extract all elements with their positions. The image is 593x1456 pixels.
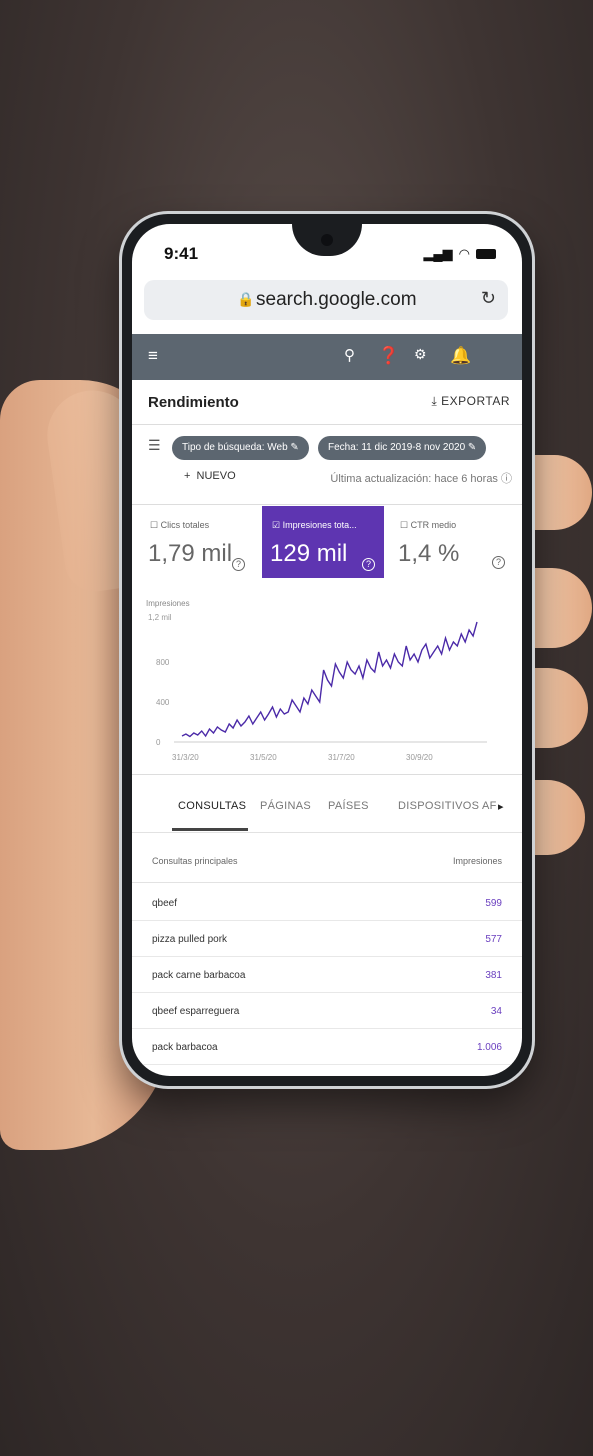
tab-paises[interactable]: PAÍSES xyxy=(328,800,369,812)
table-row[interactable]: qbeef 599 xyxy=(132,884,522,921)
page-title: Rendimiento xyxy=(148,394,239,411)
metrics-row: ☐ Clics totales 1,79 mil ? ☑ Impresiones… xyxy=(132,506,522,584)
new-filter-button[interactable]: + NUEVO xyxy=(184,470,236,482)
impressions-chart: Impresiones 0 400 800 1,2 mil 31/3/20 31/5/20 3… xyxy=(132,592,522,775)
table-row[interactable]: pizza pulled pork 577 xyxy=(132,920,522,957)
help-circle-icon[interactable]: ? xyxy=(362,558,375,571)
app-toolbar: ≡ ⚲ ❓ ⚙ 🔔 xyxy=(132,334,522,380)
reload-icon[interactable]: ↻ xyxy=(481,288,496,309)
search-type-chip[interactable]: Tipo de búsqueda: Web ✎ xyxy=(172,436,309,460)
row-impressions: 1.006 xyxy=(476,1042,502,1053)
filter-bar: ☰ Tipo de búsqueda: Web ✎ Fecha: 11 dic … xyxy=(132,424,522,505)
last-update-text: Última actualización: hace 6 horas xyxy=(330,473,498,485)
dimension-tabs: CONSULTAS PÁGINAS PAÍSES DISPOSITIVOS AF… xyxy=(132,776,522,833)
metric-label-text: Clics totales xyxy=(160,520,210,530)
search-type-label: Tipo de búsqueda: Web xyxy=(182,442,288,453)
status-time: 9:41 xyxy=(164,244,199,263)
metric-label-text: Impresiones tota... xyxy=(282,520,357,530)
new-filter-label: NUEVO xyxy=(196,470,236,482)
active-tab-indicator xyxy=(172,828,248,831)
metric-label: ☑ Impresiones tota... xyxy=(272,520,357,530)
metric-ctr[interactable]: ☐ CTR medio 1,4 % ? xyxy=(390,506,514,578)
chart-svg: Impresiones 0 400 800 1,2 mil 31/3/20 31/5/20 3… xyxy=(146,599,487,762)
y-axis-label: Impresiones xyxy=(146,599,190,608)
x-tick-label: 31/7/20 xyxy=(328,753,355,762)
user-settings-icon[interactable]: ⚙ xyxy=(414,346,427,363)
tabs-scroll-right-icon[interactable]: ▸ xyxy=(498,800,504,813)
status-bar: 9:41 ▂▄▆ ◠ xyxy=(132,242,522,268)
lock-icon: 🔒 xyxy=(237,291,255,307)
row-query: qbeef xyxy=(152,898,178,909)
metric-value: 129 mil xyxy=(270,540,348,567)
x-tick-label: 30/9/20 xyxy=(406,753,433,762)
x-tick-label: 31/5/20 xyxy=(250,753,277,762)
address-bar[interactable]: 🔒 search.google.com ↻ xyxy=(144,280,508,320)
date-label: Fecha: 11 dic 2019-8 nov 2020 xyxy=(328,442,466,453)
battery-icon xyxy=(476,249,496,259)
metric-label: ☐ Clics totales xyxy=(150,520,210,530)
metric-value: 1,79 mil xyxy=(148,540,233,567)
row-impressions: 599 xyxy=(485,898,502,909)
search-icon[interactable]: ⚲ xyxy=(344,346,355,364)
table-row[interactable]: pack barbacoa 1.006 xyxy=(132,1028,522,1065)
table-row[interactable]: pack carne barbacoa 381 xyxy=(132,956,522,993)
row-query: qbeef esparreguera xyxy=(152,1006,240,1017)
help-circle-icon[interactable]: ? xyxy=(232,558,245,571)
x-tick-label: 31/3/20 xyxy=(172,753,199,762)
export-button[interactable]: ⤓ EXPORTAR xyxy=(431,394,510,409)
tab-paginas[interactable]: PÁGINAS xyxy=(260,800,311,812)
row-impressions: 381 xyxy=(485,970,502,981)
col-header-impressions: Impresiones xyxy=(452,856,502,866)
page-header: Rendimiento ⤓ EXPORTAR xyxy=(132,380,522,425)
wifi-icon: ◠ xyxy=(458,246,470,261)
metric-label: ☐ CTR medio xyxy=(400,520,457,530)
help-icon[interactable]: ❓ xyxy=(378,346,399,366)
metric-impressions[interactable]: ☑ Impresiones tota... 129 mil ? xyxy=(262,506,384,578)
col-header-query: Consultas principales xyxy=(152,856,238,866)
bell-icon[interactable]: 🔔 xyxy=(450,346,471,366)
row-query: pack carne barbacoa xyxy=(152,970,246,981)
date-chip[interactable]: Fecha: 11 dic 2019-8 nov 2020 ✎ xyxy=(318,436,487,460)
y-tick-label: 0 xyxy=(156,738,161,747)
last-update: Última actualización: hace 6 horas ⓘ xyxy=(330,473,512,485)
row-impressions: 577 xyxy=(485,934,502,945)
filter-icon[interactable]: ☰ xyxy=(148,437,161,454)
y-tick-label: 1,2 mil xyxy=(148,613,172,622)
row-impressions: 34 xyxy=(490,1006,502,1017)
metric-clicks[interactable]: ☐ Clics totales 1,79 mil ? xyxy=(140,506,258,578)
table-header: Consultas principales Impresiones xyxy=(132,834,522,883)
phone-screen: 9:41 ▂▄▆ ◠ 🔒 search.google.com ↻ ≡ ⚲ ❓ ⚙… xyxy=(132,224,522,1076)
help-circle-icon[interactable]: ? xyxy=(492,556,505,569)
y-tick-label: 800 xyxy=(156,658,170,667)
menu-icon[interactable]: ≡ xyxy=(148,346,158,366)
metric-label-text: CTR medio xyxy=(410,520,457,530)
metric-value: 1,4 % xyxy=(398,540,460,567)
y-tick-label: 400 xyxy=(156,698,170,707)
row-query: pizza pulled pork xyxy=(152,934,228,945)
row-query: pack barbacoa xyxy=(152,1042,218,1053)
export-label: EXPORTAR xyxy=(441,394,510,408)
signal-icon: ▂▄▆ xyxy=(423,246,453,261)
url-text: search.google.com xyxy=(256,289,417,310)
impressions-series-line xyxy=(181,621,478,738)
tab-dispositivos[interactable]: DISPOSITIVOS AF xyxy=(398,800,497,812)
table-row[interactable]: qbeef esparreguera 34 xyxy=(132,992,522,1029)
phone-frame: 9:41 ▂▄▆ ◠ 🔒 search.google.com ↻ ≡ ⚲ ❓ ⚙… xyxy=(122,214,532,1086)
tab-consultas[interactable]: CONSULTAS xyxy=(178,800,246,812)
